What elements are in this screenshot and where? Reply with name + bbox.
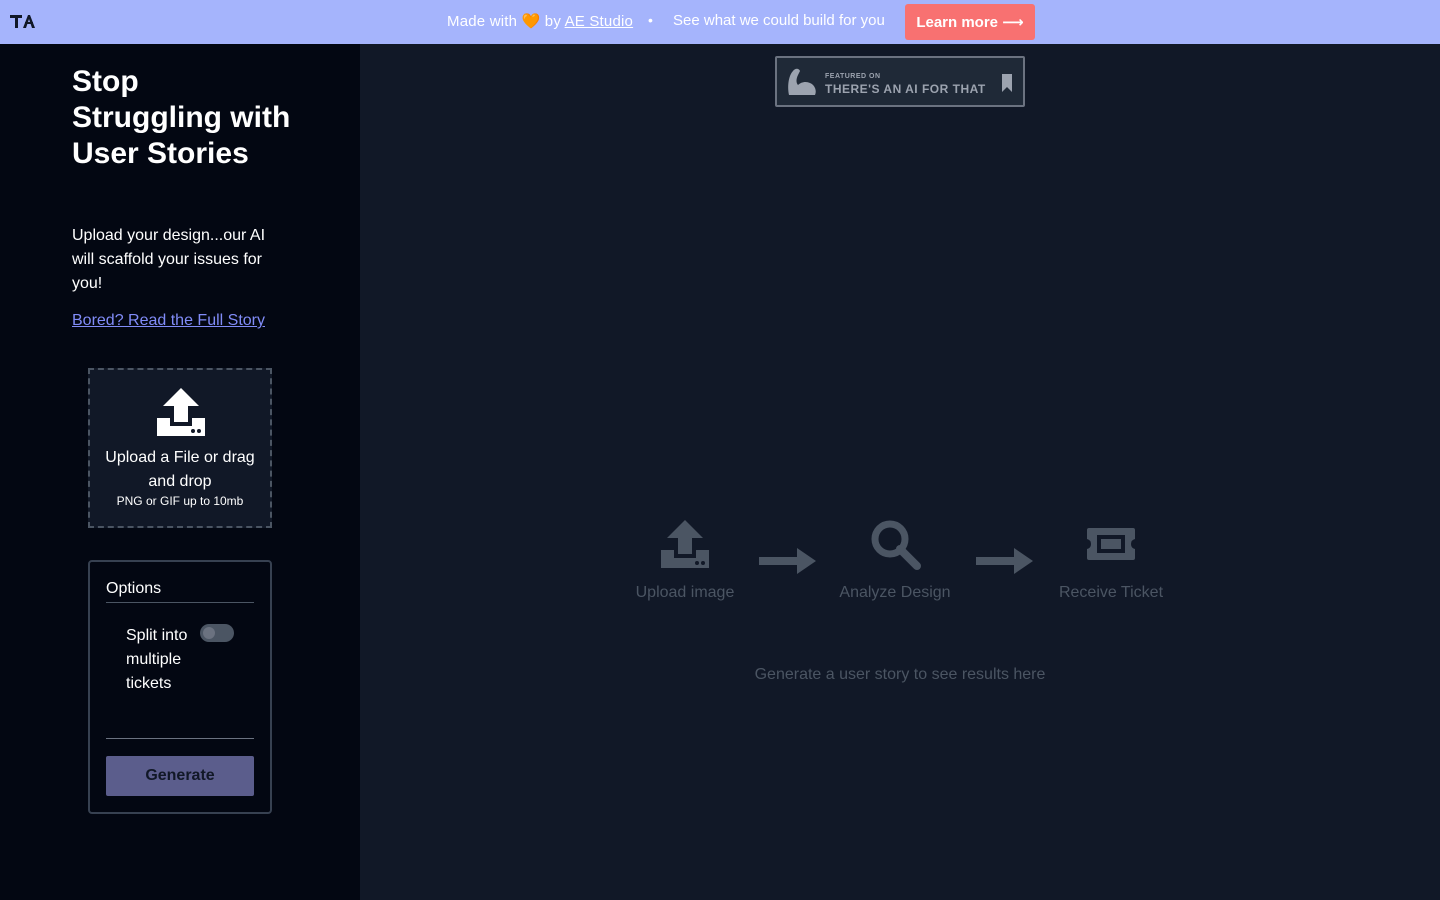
file-upload-dropzone[interactable]: Upload a File or drag and drop PNG or GI… xyxy=(88,368,272,528)
split-tickets-toggle[interactable] xyxy=(200,624,234,642)
made-with-text: Made with 🧡 by xyxy=(447,13,565,30)
upload-icon xyxy=(661,520,709,568)
step-label: Analyze Design xyxy=(839,584,951,601)
top-banner: Made with 🧡 by AE Studio • See what we c… xyxy=(0,0,1440,44)
options-divider xyxy=(106,602,254,603)
ticket-icon xyxy=(1087,528,1135,560)
generate-button[interactable]: Generate xyxy=(106,756,254,796)
bookmark-icon xyxy=(1002,74,1012,92)
step-label: Upload image xyxy=(635,584,735,601)
page-subtitle: Upload your design...our AI will scaffol… xyxy=(72,227,266,292)
upload-icon xyxy=(157,388,205,436)
step-label: Receive Ticket xyxy=(1058,584,1164,601)
step-analyze-design: Analyze Design xyxy=(835,518,955,602)
upload-file-hint: PNG or GIF up to 10mb xyxy=(116,494,244,508)
arrow-right-icon xyxy=(759,548,816,574)
banner-separator: • xyxy=(648,12,653,28)
search-icon xyxy=(871,520,921,570)
ae-studio-link[interactable]: AE Studio xyxy=(565,13,634,30)
sidebar: Stop Struggling with User Stories Upload… xyxy=(0,44,360,900)
step-upload-image: Upload image xyxy=(625,518,745,602)
learn-more-button[interactable]: Learn more ⟶ xyxy=(905,4,1035,40)
full-story-link[interactable]: Bored? Read the Full Story xyxy=(72,312,265,330)
arrow-right-icon xyxy=(976,548,1033,574)
options-panel: Options Split into multiple tickets Gene… xyxy=(88,560,272,814)
page-title: Stop Struggling with User Stories xyxy=(72,65,291,170)
banner-made-with: Made with 🧡 by AE Studio xyxy=(447,12,633,30)
upload-instructions: Upload a File or drag and drop xyxy=(105,449,255,490)
options-title: Options xyxy=(106,580,162,597)
step-receive-ticket: Receive Ticket xyxy=(1050,518,1172,602)
split-tickets-label: Split into multiple tickets xyxy=(126,627,188,692)
toggle-knob xyxy=(203,627,215,639)
flexed-arm-icon xyxy=(788,68,816,95)
options-divider-bottom xyxy=(106,738,254,739)
app-logo-icon[interactable] xyxy=(9,11,35,31)
empty-results-message: Generate a user story to see results her… xyxy=(754,666,1046,683)
featured-small-text: FEATURED ON xyxy=(825,73,881,80)
featured-big-text: THERE'S AN AI FOR THAT xyxy=(825,82,986,96)
banner-tagline: See what we could build for you xyxy=(673,12,885,29)
featured-badge[interactable]: FEATURED ON THERE'S AN AI FOR THAT xyxy=(775,56,1025,107)
